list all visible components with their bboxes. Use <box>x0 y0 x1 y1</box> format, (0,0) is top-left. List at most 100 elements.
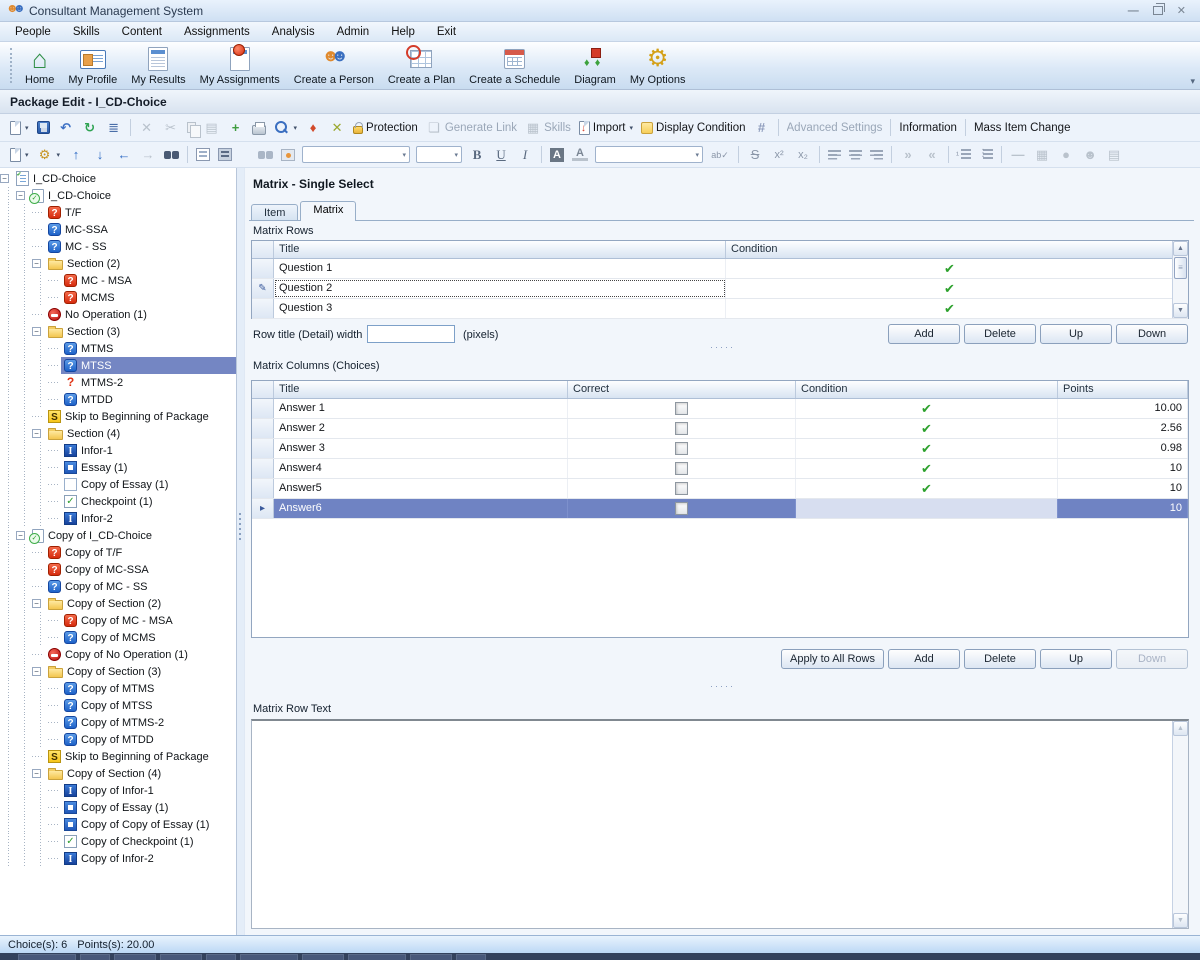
tree-item[interactable]: Copy of Essay (1) <box>0 476 236 493</box>
menu-item-skills[interactable]: Skills <box>62 24 111 40</box>
tree-splitter[interactable] <box>237 168 244 935</box>
choice-row[interactable]: Answer5✔10 <box>252 479 1188 499</box>
tree-item[interactable]: ?MC - MSA <box>0 272 236 289</box>
layout-list-dark-button[interactable] <box>214 146 236 163</box>
choice-row[interactable]: Answer4 ✔10 <box>252 459 1188 479</box>
copy-button[interactable] <box>183 120 200 135</box>
align-center-icon[interactable] <box>849 150 862 160</box>
skills-icon[interactable]: ▦ <box>525 120 541 136</box>
properties-icon[interactable]: ≣ <box>106 120 122 136</box>
apply-to-all-rows-button[interactable]: Apply to All Rows <box>781 649 884 669</box>
choice-condition-cell[interactable]: ✔ <box>796 459 1058 478</box>
import-page-icon[interactable] <box>579 121 590 135</box>
tree-item[interactable]: Essay (1) <box>0 459 236 476</box>
matrix-row[interactable]: ✎Question 2✔ <box>252 279 1188 299</box>
find-button[interactable] <box>254 147 277 163</box>
tree-item[interactable]: ICopy of Infor-1 <box>0 782 236 799</box>
find-icon[interactable] <box>258 149 273 161</box>
table-icon[interactable]: ▦ <box>1034 147 1050 163</box>
tree-item[interactable]: Copy of Copy of Essay (1) <box>0 816 236 833</box>
refresh-icon[interactable]: ↻ <box>82 120 98 136</box>
close-icon[interactable]: ✕ <box>1177 6 1186 16</box>
anchor-box-button[interactable] <box>277 147 299 163</box>
tree-item[interactable]: ?Copy of MC-SSA <box>0 561 236 578</box>
tree-item[interactable]: ?MTMS-2 <box>0 374 236 391</box>
magnifier-button[interactable]: ▾ <box>270 118 302 138</box>
up-button[interactable]: Up <box>1040 324 1112 344</box>
find-icon[interactable] <box>164 149 179 161</box>
tree-item[interactable]: ?Copy of MC - MSA <box>0 612 236 629</box>
matrix-row[interactable]: Question 1✔ <box>252 259 1188 279</box>
splitter-2[interactable]: ····· <box>245 683 1200 690</box>
tree-item[interactable]: −I_CD-Choice <box>0 170 236 187</box>
new-file-button[interactable]: ▾ <box>6 119 33 137</box>
add-node-button[interactable]: + <box>224 118 248 138</box>
matrix-row-text-area[interactable]: ▲ ▼ <box>251 719 1189 929</box>
bigbtn-home[interactable]: ⌂Home <box>18 42 61 89</box>
display-condition-button[interactable]: Display Condition <box>637 120 750 136</box>
paste-special-icon[interactable]: ▤ <box>1106 147 1122 163</box>
tree-expander-icon[interactable]: − <box>16 191 25 200</box>
delete-button[interactable]: Delete <box>964 324 1036 344</box>
display-condition-icon[interactable] <box>641 122 653 134</box>
minimize-icon[interactable]: — <box>1128 6 1139 16</box>
table-button[interactable]: ▦ <box>1030 145 1054 165</box>
row-condition-cell[interactable]: ✔ <box>726 259 1174 278</box>
new-file-icon[interactable] <box>10 121 21 135</box>
new-file-icon[interactable] <box>10 148 21 162</box>
correct-checkbox[interactable] <box>675 442 688 455</box>
font-color-a-button[interactable]: A <box>568 146 592 163</box>
highlight-a-button[interactable]: A <box>546 146 568 164</box>
tree-item[interactable]: ?T/F <box>0 204 236 221</box>
row-title-cell[interactable]: Question 3 <box>274 299 726 318</box>
row-title-width-input[interactable] <box>367 325 455 343</box>
lock-button[interactable]: Protection <box>349 119 422 136</box>
choice-row[interactable]: ▸Answer610 <box>252 499 1188 519</box>
menu-item-help[interactable]: Help <box>380 24 426 40</box>
font-select[interactable]: ▾ <box>416 146 462 163</box>
tree-item[interactable]: ?MTSS <box>0 357 236 374</box>
scroll-up-icon[interactable]: ▲ <box>1173 721 1188 736</box>
numbered-list-icon[interactable] <box>957 149 971 160</box>
scroll-thumb[interactable] <box>1174 257 1187 279</box>
lock-icon[interactable] <box>353 126 363 134</box>
matrix-row[interactable]: Question 3✔ <box>252 299 1188 319</box>
cross-mark-button[interactable]: ✕ <box>325 118 349 138</box>
generate-link-button[interactable]: ❏Generate Link <box>422 118 521 138</box>
new-file-button[interactable]: ▾ <box>6 146 33 164</box>
tree-item[interactable]: −Copy of Section (3) <box>0 663 236 680</box>
row-selector[interactable] <box>252 439 274 458</box>
bullet-list-button[interactable] <box>975 147 997 162</box>
tree-expander-icon[interactable]: − <box>32 667 41 676</box>
arrow-right-icon[interactable]: → <box>140 147 156 163</box>
cut-icon[interactable]: ✂ <box>163 120 179 136</box>
text-button[interactable]: Information <box>895 120 961 136</box>
choice-title-cell[interactable]: Answer4 <box>274 459 568 478</box>
tree-item[interactable]: ?Copy of MC - SS <box>0 578 236 595</box>
menu-item-admin[interactable]: Admin <box>326 24 381 40</box>
choice-condition-cell[interactable]: ✔ <box>796 399 1058 418</box>
row-selector[interactable] <box>252 419 274 438</box>
menu-item-analysis[interactable]: Analysis <box>261 24 326 40</box>
person-icon[interactable]: ☻ <box>1082 147 1098 163</box>
choice-row[interactable]: Answer 3✔0.98 <box>252 439 1188 459</box>
gear-icon[interactable]: ⚙ <box>37 147 53 163</box>
tree-item[interactable]: ?Copy of MTDD <box>0 731 236 748</box>
tree-item[interactable]: ?MTMS <box>0 340 236 357</box>
choice-correct-cell[interactable] <box>568 499 796 518</box>
tree-item[interactable]: ?Copy of T/F <box>0 544 236 561</box>
choice-correct-cell[interactable] <box>568 439 796 458</box>
tree-item[interactable]: No Operation (1) <box>0 306 236 323</box>
tree-item[interactable]: ?Copy of MTMS <box>0 680 236 697</box>
scroll-up-icon[interactable]: ▲ <box>1173 241 1188 256</box>
layout-list-dark-icon[interactable] <box>218 148 232 161</box>
choice-points-cell[interactable]: 10 <box>1058 459 1188 478</box>
tree-item[interactable]: −Copy of I_CD-Choice <box>0 527 236 544</box>
cut-button[interactable]: ✂ <box>159 118 183 138</box>
choice-title-cell[interactable]: Answer6 <box>274 499 568 518</box>
align-right-icon[interactable] <box>870 150 883 160</box>
choice-points-cell[interactable]: 10 <box>1058 499 1188 518</box>
skills-button[interactable]: ▦Skills <box>521 118 575 138</box>
tree-expander-icon[interactable]: − <box>32 769 41 778</box>
tab-item[interactable]: Item <box>251 204 298 221</box>
